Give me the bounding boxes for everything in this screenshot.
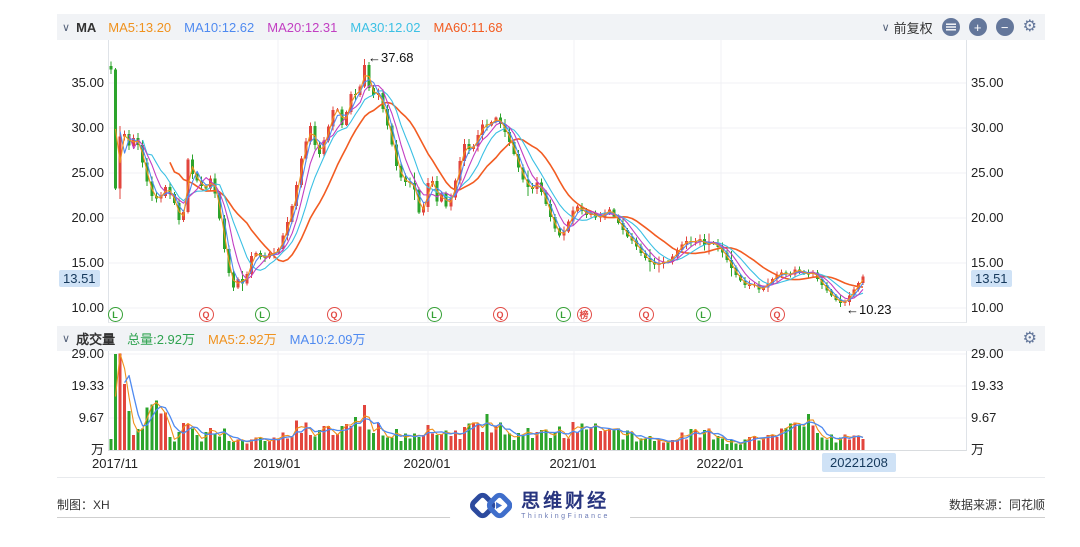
event-marker-Q[interactable]: Q: [639, 307, 654, 322]
volume-chart-canvas[interactable]: [109, 351, 966, 450]
vol-ma5-line: [116, 354, 864, 444]
price-tick-left: 15.00: [58, 255, 104, 270]
price-tick-left: 20.00: [58, 210, 104, 225]
volume-settings-gear-icon[interactable]: ⚙: [1023, 331, 1037, 347]
zoom-out-button[interactable]: −: [996, 18, 1014, 36]
volume-tick-right: 9.67: [971, 410, 1021, 425]
price-tick-right: 30.00: [971, 120, 1021, 135]
list-icon: [946, 23, 956, 31]
ma60-line: [170, 102, 863, 287]
volume-tick-left: 19.33: [58, 378, 104, 393]
x-axis-tick: 2022/01: [675, 456, 765, 471]
event-marker-Q[interactable]: Q: [493, 307, 508, 322]
event-marker-L[interactable]: L: [556, 307, 571, 322]
chart-author: 制图：XH: [57, 496, 110, 513]
arrow-left-icon: ←: [368, 50, 381, 65]
ma10-line: [120, 80, 863, 302]
volume-pane[interactable]: [108, 351, 967, 451]
settings-gear-icon[interactable]: ⚙: [1023, 19, 1037, 35]
current-price-badge-left: 13.51: [59, 270, 100, 287]
volume-unit-right: 万: [971, 439, 1021, 458]
price-tick-right: 35.00: [971, 75, 1021, 90]
price-tick-left: 35.00: [58, 75, 104, 90]
volume-ma5-label: MA5:2.92万: [208, 329, 277, 348]
price-tick-left: 30.00: [58, 120, 104, 135]
ma60-label: MA60:11.68: [433, 20, 502, 35]
event-marker-Q[interactable]: Q: [327, 307, 342, 322]
logo-link-icon: [470, 488, 512, 524]
collapse-chevron-icon[interactable]: ∨: [62, 21, 70, 34]
ma30-line: [143, 91, 863, 295]
period-list-button[interactable]: [942, 18, 960, 36]
arrow-left-icon: ←: [846, 302, 859, 317]
volume-tick-left: 9.67: [58, 410, 104, 425]
high-annotation: ←37.68: [368, 50, 414, 65]
x-axis-tick: 2021/01: [528, 456, 618, 471]
price-tick-right: 15.00: [971, 255, 1021, 270]
main-chart-header: ∨ MA MA5:13.20 MA10:12.62 MA20:12.31 MA3…: [57, 14, 1045, 40]
collapse-chevron-icon[interactable]: ∨: [62, 332, 70, 345]
price-pane[interactable]: [108, 40, 967, 323]
price-tick-right: 25.00: [971, 165, 1021, 180]
volume-tick-right: 19.33: [971, 378, 1021, 393]
logo-text: 思维财经: [521, 492, 610, 513]
event-marker-Q[interactable]: 榜: [577, 307, 592, 322]
event-marker-L[interactable]: L: [108, 307, 123, 322]
ma5-label: MA5:13.20: [108, 20, 171, 35]
low-annotation: ←10.23: [846, 302, 892, 317]
x-axis-tick: 2017/11: [70, 456, 160, 471]
chevron-down-icon: ∨: [882, 21, 890, 34]
event-marker-L[interactable]: L: [255, 307, 270, 322]
price-chart-canvas[interactable]: [109, 40, 966, 322]
zoom-in-button[interactable]: +: [969, 18, 987, 36]
brand-logo: 思维财经 ThinkingFinance: [450, 486, 630, 526]
price-tick-right: 20.00: [971, 210, 1021, 225]
volume-tick-left: 29.00: [58, 346, 104, 361]
volume-ma10-label: MA10:2.09万: [290, 329, 366, 348]
ma20-label: MA20:12.31: [267, 20, 337, 35]
x-axis-tick: 2019/01: [232, 456, 322, 471]
event-marker-Q[interactable]: Q: [199, 307, 214, 322]
volume-header: ∨ 成交量 总量:2.92万 MA5:2.92万 MA10:2.09万 ⚙: [57, 326, 1045, 351]
ma30-label: MA30:12.02: [350, 20, 420, 35]
volume-tick-right: 29.00: [971, 346, 1021, 361]
current-date-badge: 20221208: [822, 453, 896, 472]
price-tick-left: 25.00: [58, 165, 104, 180]
event-marker-Q[interactable]: Q: [770, 307, 785, 322]
adjust-mode-label: 前复权: [894, 18, 933, 37]
indicator-title: MA: [76, 20, 96, 35]
current-price-badge-right: 13.51: [971, 270, 1012, 287]
ma10-label: MA10:12.62: [184, 20, 254, 35]
event-marker-L[interactable]: L: [427, 307, 442, 322]
adjust-mode-select[interactable]: ∨ 前复权: [877, 18, 933, 37]
x-axis-tick: 2020/01: [382, 456, 472, 471]
data-source: 数据来源：同花顺: [949, 496, 1045, 513]
event-marker-L[interactable]: L: [696, 307, 711, 322]
volume-total-label: 总量:2.92万: [127, 329, 195, 348]
price-tick-right: 10.00: [971, 300, 1021, 315]
price-tick-left: 10.00: [58, 300, 104, 315]
stock-chart-widget: ∨ MA MA5:13.20 MA10:12.62 MA20:12.31 MA3…: [0, 0, 1080, 547]
logo-subtext: ThinkingFinance: [521, 513, 610, 520]
